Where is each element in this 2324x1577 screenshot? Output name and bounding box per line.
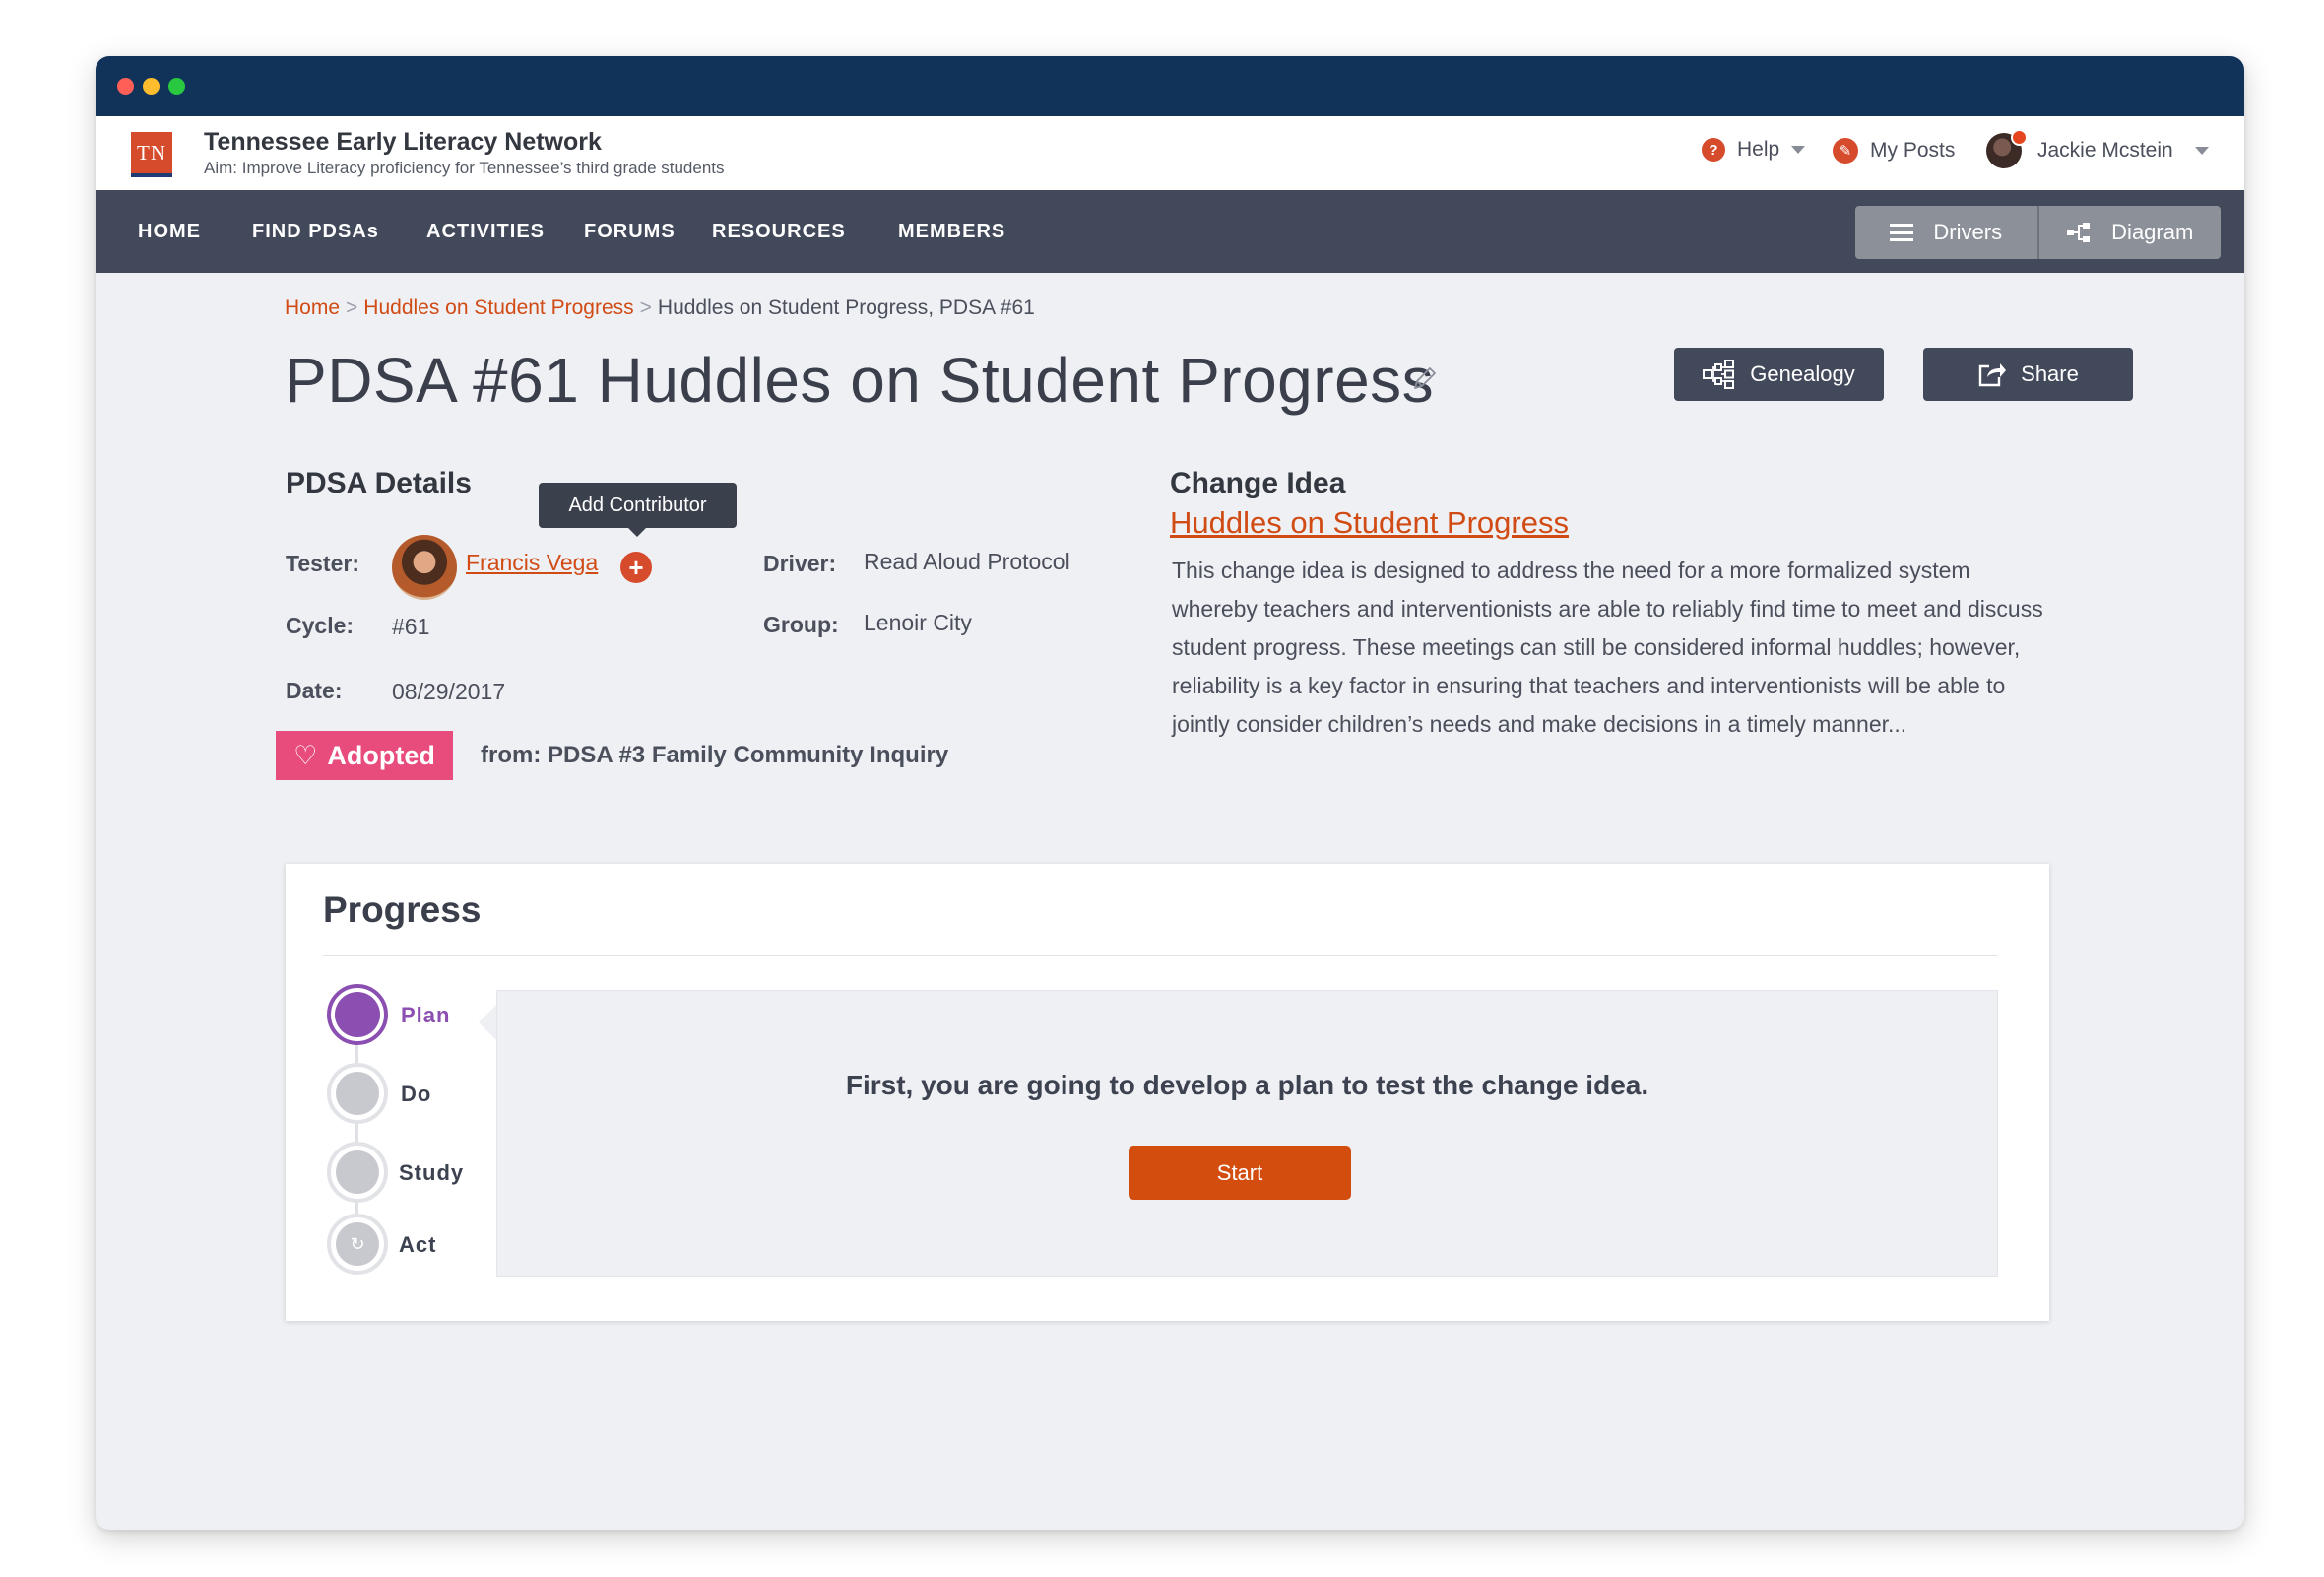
diagram-icon: [2067, 223, 2091, 242]
view-toggle: Drivers Diagram: [1855, 206, 2221, 259]
org-name: Tennessee Early Literacy Network: [204, 128, 602, 156]
drivers-button[interactable]: Drivers: [1855, 206, 2037, 259]
nav-resources[interactable]: RESOURCES: [712, 190, 846, 273]
my-posts-link[interactable]: ✎ My Posts: [1833, 138, 1955, 164]
group-label: Group:: [763, 612, 839, 637]
drivers-label: Drivers: [1933, 220, 2003, 244]
pdsa-details-heading: PDSA Details: [286, 467, 472, 499]
driver-value: Read Aloud Protocol: [864, 549, 1070, 574]
driver-label: Driver:: [763, 551, 837, 576]
divider: [323, 955, 1998, 956]
nav-home[interactable]: HOME: [138, 190, 201, 273]
date-value: 08/29/2017: [392, 679, 506, 704]
genealogy-button[interactable]: Genealogy: [1674, 348, 1884, 401]
top-bar: TN Tennessee Early Literacy Network Aim:…: [96, 116, 2244, 190]
notification-badge: [2011, 129, 2028, 146]
breadcrumb: Home > Huddles on Student Progress > Huddles…: [285, 296, 1035, 320]
change-idea-heading: Change Idea: [1170, 467, 1346, 499]
diagram-button[interactable]: Diagram: [2036, 206, 2222, 259]
cycle-label: Cycle:: [286, 613, 355, 638]
minimize-window-dot[interactable]: [143, 78, 160, 95]
help-icon: ?: [1702, 138, 1725, 162]
breadcrumb-separator: >: [346, 296, 358, 319]
app-window: TN Tennessee Early Literacy Network Aim:…: [96, 56, 2244, 1530]
chevron-down-icon: [2194, 147, 2209, 155]
breadcrumb-current: Huddles on Student Progress, PDSA #61: [657, 296, 1035, 319]
cycle-icon: ↻: [336, 1222, 379, 1266]
window-titlebar: [96, 56, 2244, 116]
chevron-down-icon: [1791, 146, 1806, 154]
edit-pencil-icon[interactable]: [1410, 363, 1440, 393]
tester-name-link[interactable]: Francis Vega: [466, 550, 598, 576]
adopted-from: from: PDSA #3 Family Community Inquiry: [481, 742, 949, 768]
main-nav: HOME FIND PDSAs ACTIVITIES FORUMS RESOUR…: [96, 190, 2244, 273]
step-act-label[interactable]: Act: [399, 1232, 436, 1258]
share-icon: [1978, 363, 2007, 387]
change-idea-description: This change idea is designed to address …: [1172, 558, 2043, 737]
list-icon: [1890, 224, 1914, 241]
step-panel: First, you are going to develop a plan t…: [496, 990, 1998, 1277]
nav-activities[interactable]: ACTIVITIES: [426, 190, 545, 273]
page-title: PDSA #61 Huddles on Student Progress: [285, 345, 1435, 416]
help-label: Help: [1737, 138, 1780, 161]
panel-pointer: [479, 1004, 497, 1041]
nav-forums[interactable]: FORUMS: [584, 190, 676, 273]
maximize-window-dot[interactable]: [168, 78, 185, 95]
nav-members[interactable]: MEMBERS: [898, 190, 1005, 273]
adopted-badge[interactable]: ♡ Adopted: [276, 731, 453, 780]
add-contributor-tooltip: Add Contributor: [539, 483, 737, 537]
cycle-value: #61: [392, 614, 430, 639]
tester-avatar[interactable]: [392, 535, 457, 600]
org-aim: Aim: Improve Literacy proficiency for Te…: [204, 159, 725, 177]
progress-card: Progress Plan Do Study ↻ Act First, you …: [286, 864, 2049, 1321]
start-button[interactable]: Start: [1129, 1146, 1351, 1200]
study-step-indicator[interactable]: [327, 1142, 388, 1203]
progress-heading: Progress: [323, 889, 482, 930]
change-idea-link[interactable]: Huddles on Student Progress: [1170, 505, 1569, 541]
breadcrumb-separator: >: [639, 296, 652, 319]
adopted-label: Adopted: [327, 740, 435, 770]
share-button[interactable]: Share: [1923, 348, 2133, 401]
plan-step-indicator[interactable]: [327, 984, 388, 1045]
date-label: Date:: [286, 678, 343, 703]
step-study-label[interactable]: Study: [399, 1160, 464, 1186]
group-value: Lenoir City: [864, 610, 972, 635]
nav-find-pdsas[interactable]: FIND PDSAs: [252, 190, 379, 273]
add-contributor-icon[interactable]: +: [620, 552, 652, 583]
breadcrumb-home[interactable]: Home: [285, 296, 340, 319]
genealogy-icon: [1703, 360, 1735, 389]
user-avatar: [1986, 129, 2028, 168]
step-message: First, you are going to develop a plan t…: [845, 1070, 1649, 1100]
heart-icon: ♡: [293, 740, 318, 770]
act-step-indicator[interactable]: ↻: [327, 1214, 388, 1275]
user-menu[interactable]: Jackie Mcstein: [1986, 129, 2209, 168]
close-window-dot[interactable]: [117, 78, 134, 95]
tester-label: Tester:: [286, 551, 359, 576]
user-name: Jackie Mcstein: [2037, 139, 2173, 162]
tn-logo[interactable]: TN: [131, 132, 172, 177]
diagram-label: Diagram: [2111, 220, 2194, 244]
help-menu[interactable]: ? Help: [1702, 138, 1806, 162]
step-plan-label[interactable]: Plan: [401, 1003, 450, 1028]
genealogy-label: Genealogy: [1750, 361, 1855, 386]
my-posts-label: My Posts: [1870, 139, 1956, 162]
step-do-label[interactable]: Do: [401, 1082, 431, 1107]
share-label: Share: [2021, 361, 2079, 386]
do-step-indicator[interactable]: [327, 1063, 388, 1124]
pencil-icon: ✎: [1833, 138, 1858, 164]
breadcrumb-parent[interactable]: Huddles on Student Progress: [363, 296, 633, 319]
